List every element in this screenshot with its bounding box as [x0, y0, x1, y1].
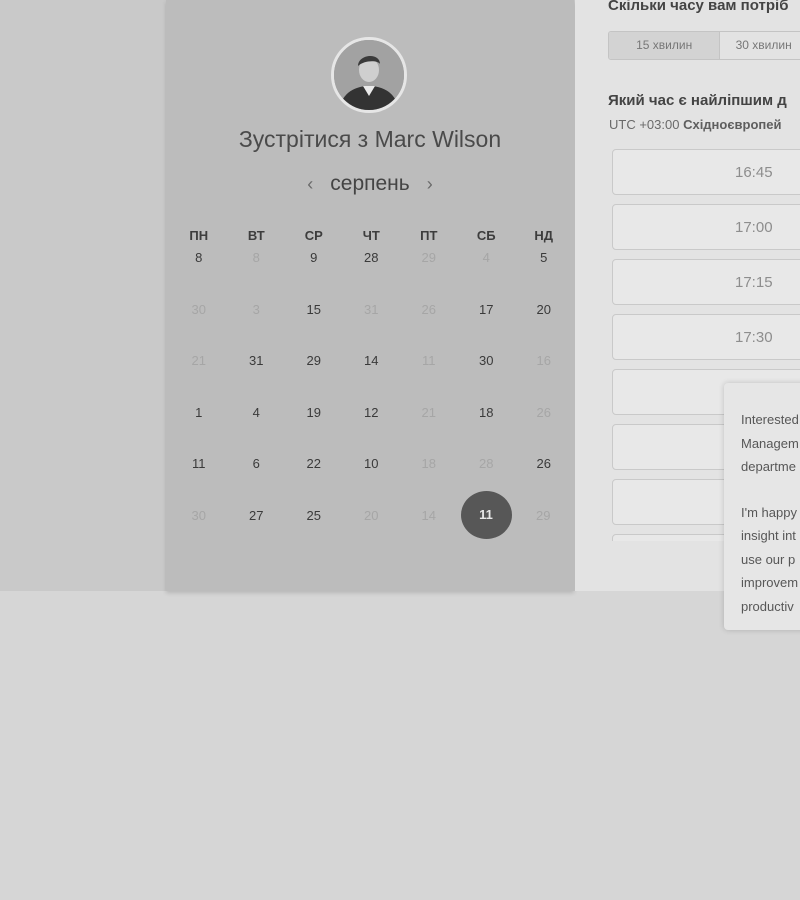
weekday-label: нд [534, 228, 554, 243]
calendar-week: 11 6 22 10 18 28 26 [170, 452, 573, 504]
popup-text-line: productiv [741, 598, 794, 614]
calendar-day-selected[interactable]: 11 [460, 490, 512, 539]
timezone-name[interactable]: Східноєвропей [683, 117, 781, 132]
calendar-week: 1 4 19 12 21 18 26 [170, 401, 573, 453]
calendar-day[interactable]: 18 [458, 401, 516, 425]
calendar-day-unavailable: 8 [252, 250, 260, 265]
calendar-day-unavailable: 28 [479, 456, 494, 471]
calendar-day[interactable]: 8 [170, 246, 228, 270]
calendar-day[interactable]: 12 [343, 401, 401, 425]
weekday-label: пт [420, 228, 438, 243]
calendar-day[interactable]: 25 [285, 504, 343, 528]
calendar-day-unavailable: 26 [421, 301, 436, 317]
weekday-label: чт [362, 228, 380, 243]
calendar-day-unavailable: 18 [421, 456, 436, 471]
time-slot[interactable]: 17:15 [612, 259, 800, 305]
popup-text-line: I'm happy [741, 504, 797, 520]
chevron-left-icon[interactable]: ‹ [298, 174, 322, 195]
calendar-week: 30 3 15 31 26 17 20 [170, 298, 573, 350]
calendar-day-unavailable: 26 [536, 404, 551, 420]
duration-option-15[interactable]: 15 хвилин [609, 32, 721, 59]
host-description-popup: Interested Managem departme I'm happy in… [724, 383, 800, 630]
time-slot[interactable]: 17:00 [612, 204, 800, 250]
calendar-week: 30 27 25 20 14 11 29 [170, 490, 573, 556]
calendar-day-unavailable: 29 [421, 250, 436, 265]
time-question: Який час є найліпшим д [608, 92, 787, 109]
calendar-day[interactable]: 15 [285, 298, 343, 322]
popup-text-line: use our p [741, 551, 796, 567]
calendar-day[interactable]: 17 [458, 298, 516, 322]
calendar-week: 21 31 29 14 11 30 16 [170, 349, 573, 401]
calendar-day-unavailable: 21 [191, 353, 206, 368]
weekday-label: сб [476, 228, 496, 243]
month-label: серпень [330, 172, 410, 195]
month-navigation: ‹ серпень › [166, 170, 574, 198]
calendar-day[interactable]: 1 [170, 401, 228, 425]
calendar-day-unavailable: 21 [421, 404, 436, 420]
time-slot[interactable]: 16:45 [612, 149, 800, 195]
calendar-day[interactable]: 4 [228, 401, 286, 425]
calendar-day[interactable]: 14 [343, 349, 401, 373]
calendar-day-unavailable: 14 [421, 507, 436, 523]
calendar-day-unavailable: 30 [191, 507, 206, 523]
calendar-day[interactable]: 5 [515, 246, 573, 270]
weekday-label: вт [247, 228, 265, 243]
calendar-day-unavailable: 31 [364, 301, 379, 317]
calendar-day[interactable]: 11 [170, 452, 228, 476]
calendar-day-unavailable: 3 [252, 301, 260, 317]
duration-question: Скільки часу вам потріб [608, 0, 789, 14]
calendar-day-unavailable: 11 [422, 353, 436, 368]
duration-selector: 15 хвилин 30 хвилин [608, 31, 800, 60]
calendar-day-unavailable: 4 [482, 250, 490, 265]
popup-text-line: Interested [741, 412, 799, 427]
calendar-day[interactable]: 26 [515, 452, 573, 476]
calendar-grid: 8 8 9 28 29 4 5 30 3 15 31 26 17 20 21 3… [170, 246, 573, 555]
calendar-day-unavailable: 20 [364, 507, 379, 523]
chevron-right-icon[interactable]: › [418, 174, 442, 195]
popup-text-line: improvem [741, 575, 799, 590]
weekday-label: ср [304, 228, 323, 243]
person-photo-icon [334, 40, 404, 110]
calendar-day-unavailable: 30 [191, 301, 206, 317]
calendar-day[interactable]: 31 [228, 349, 286, 373]
calendar-day[interactable]: 20 [515, 298, 573, 322]
calendar-day[interactable]: 22 [285, 452, 343, 476]
timezone-offset: UTC +03:00 [609, 117, 680, 132]
calendar-day[interactable]: 6 [228, 452, 286, 476]
calendar-day[interactable]: 27 [228, 504, 286, 528]
popup-text-line: insight int [741, 528, 796, 543]
popup-text-line: departme [741, 459, 796, 474]
page: Зустрітися з Marc Wilson ‹ серпень › пн … [0, 0, 800, 900]
calendar-day[interactable]: 29 [285, 349, 343, 373]
timezone-label: UTC +03:00 Східноєвропей [609, 117, 781, 132]
meeting-title: Зустрітися з Marc Wilson [238, 126, 502, 152]
time-slot[interactable]: 17:30 [612, 314, 800, 360]
calendar-day[interactable]: 30 [458, 349, 516, 373]
calendar-day[interactable]: 28 [343, 246, 401, 270]
calendar-day-unavailable: 16 [536, 353, 551, 368]
calendar-day[interactable]: 19 [285, 401, 343, 425]
weekday-label: пн [189, 228, 209, 243]
calendar-day-unavailable: 29 [536, 507, 551, 523]
calendar-day[interactable]: 10 [343, 452, 401, 476]
weekday-header: пн вт ср чт пт сб нд [170, 228, 573, 243]
calendar-day[interactable]: 9 [285, 246, 343, 270]
duration-option-30[interactable]: 30 хвилин [720, 32, 800, 59]
calendar-week: 8 8 9 28 29 4 5 [170, 246, 573, 298]
popup-text-line: Managem [741, 435, 799, 451]
host-avatar [331, 37, 407, 113]
